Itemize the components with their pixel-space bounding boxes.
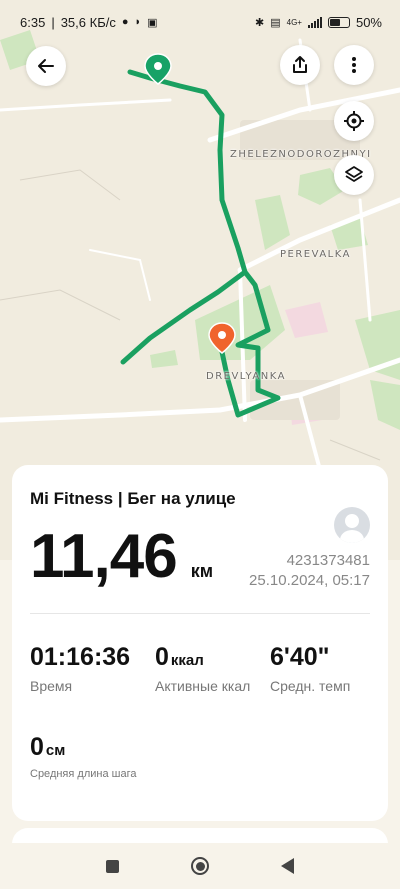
more-button[interactable] (334, 45, 374, 85)
signal-icon (307, 16, 322, 28)
rss-icon: ◗ (134, 16, 142, 28)
status-network-speed: 35,6 КБ/с (60, 14, 116, 30)
distance-value: 11,46 (30, 522, 178, 591)
avatar[interactable] (334, 507, 370, 543)
stat-stride-label: Средняя длина шага (30, 768, 137, 780)
workout-id: 4231373481 (286, 552, 370, 569)
distance-unit: км (190, 561, 214, 581)
back-nav-button[interactable] (281, 858, 294, 874)
notification-icon: ▣ (147, 16, 158, 29)
status-bar: 6:35 | 35,6 КБ/с ● ◗ ▣ ✱ ▤ 4G+ 50% (20, 14, 382, 30)
stat-kcal-value: 0 (155, 643, 169, 671)
stat-active-kcal: 0 ккал Активные ккал (155, 643, 250, 694)
stat-stride-length: 0 см Средняя длина шага (30, 733, 136, 780)
workout-meta: 4231373481 25.10.2024, 05:17 (249, 551, 370, 591)
chat-icon: ● (121, 16, 129, 28)
stat-pace-value: 6'40" (270, 643, 330, 671)
stat-pace-label: Средн. темп (270, 678, 351, 694)
workout-summary-card: Mi Fitness | Бег на улице 11,46 км 42313… (12, 465, 388, 821)
network-type-label: 4G+ (286, 17, 302, 27)
workout-datetime: 25.10.2024, 05:17 (249, 572, 370, 589)
share-icon (293, 56, 307, 73)
workout-title: Mi Fitness | Бег на улице (30, 489, 236, 508)
distance-row: 11,46 км (30, 521, 213, 592)
share-button[interactable] (280, 45, 320, 85)
stat-stride-unit: см (45, 742, 66, 759)
divider (30, 613, 370, 614)
stat-avg-pace: 6'40" Средн. темп (270, 643, 350, 694)
battery-icon (327, 16, 350, 28)
stat-time-value: 01:16:36 (30, 643, 131, 671)
volte-icon: ▤ (270, 16, 281, 29)
status-time: 6:35 (20, 14, 46, 30)
arrow-left-icon (38, 59, 54, 73)
more-vertical-icon (352, 57, 356, 73)
system-nav-bar (0, 843, 400, 889)
stat-kcal-unit: ккал (170, 652, 204, 669)
map-label-drevlyanka: DREVLYANKA (206, 371, 286, 382)
layers-icon (345, 166, 363, 182)
battery-percent: 50% (355, 14, 382, 30)
back-button[interactable] (26, 46, 66, 86)
home-button[interactable] (191, 857, 209, 875)
stat-kcal-label: Активные ккал (155, 678, 251, 694)
recents-button[interactable] (106, 859, 119, 873)
stat-time: 01:16:36 Время (30, 643, 132, 694)
locate-icon (344, 111, 364, 131)
locate-button[interactable] (334, 101, 374, 141)
map-label-perevalka: PEREVALKA (280, 249, 351, 260)
stat-stride-value: 0 (30, 733, 44, 761)
bluetooth-icon: ✱ (255, 16, 265, 29)
stat-time-label: Время (30, 678, 73, 694)
layers-button[interactable] (334, 155, 374, 195)
